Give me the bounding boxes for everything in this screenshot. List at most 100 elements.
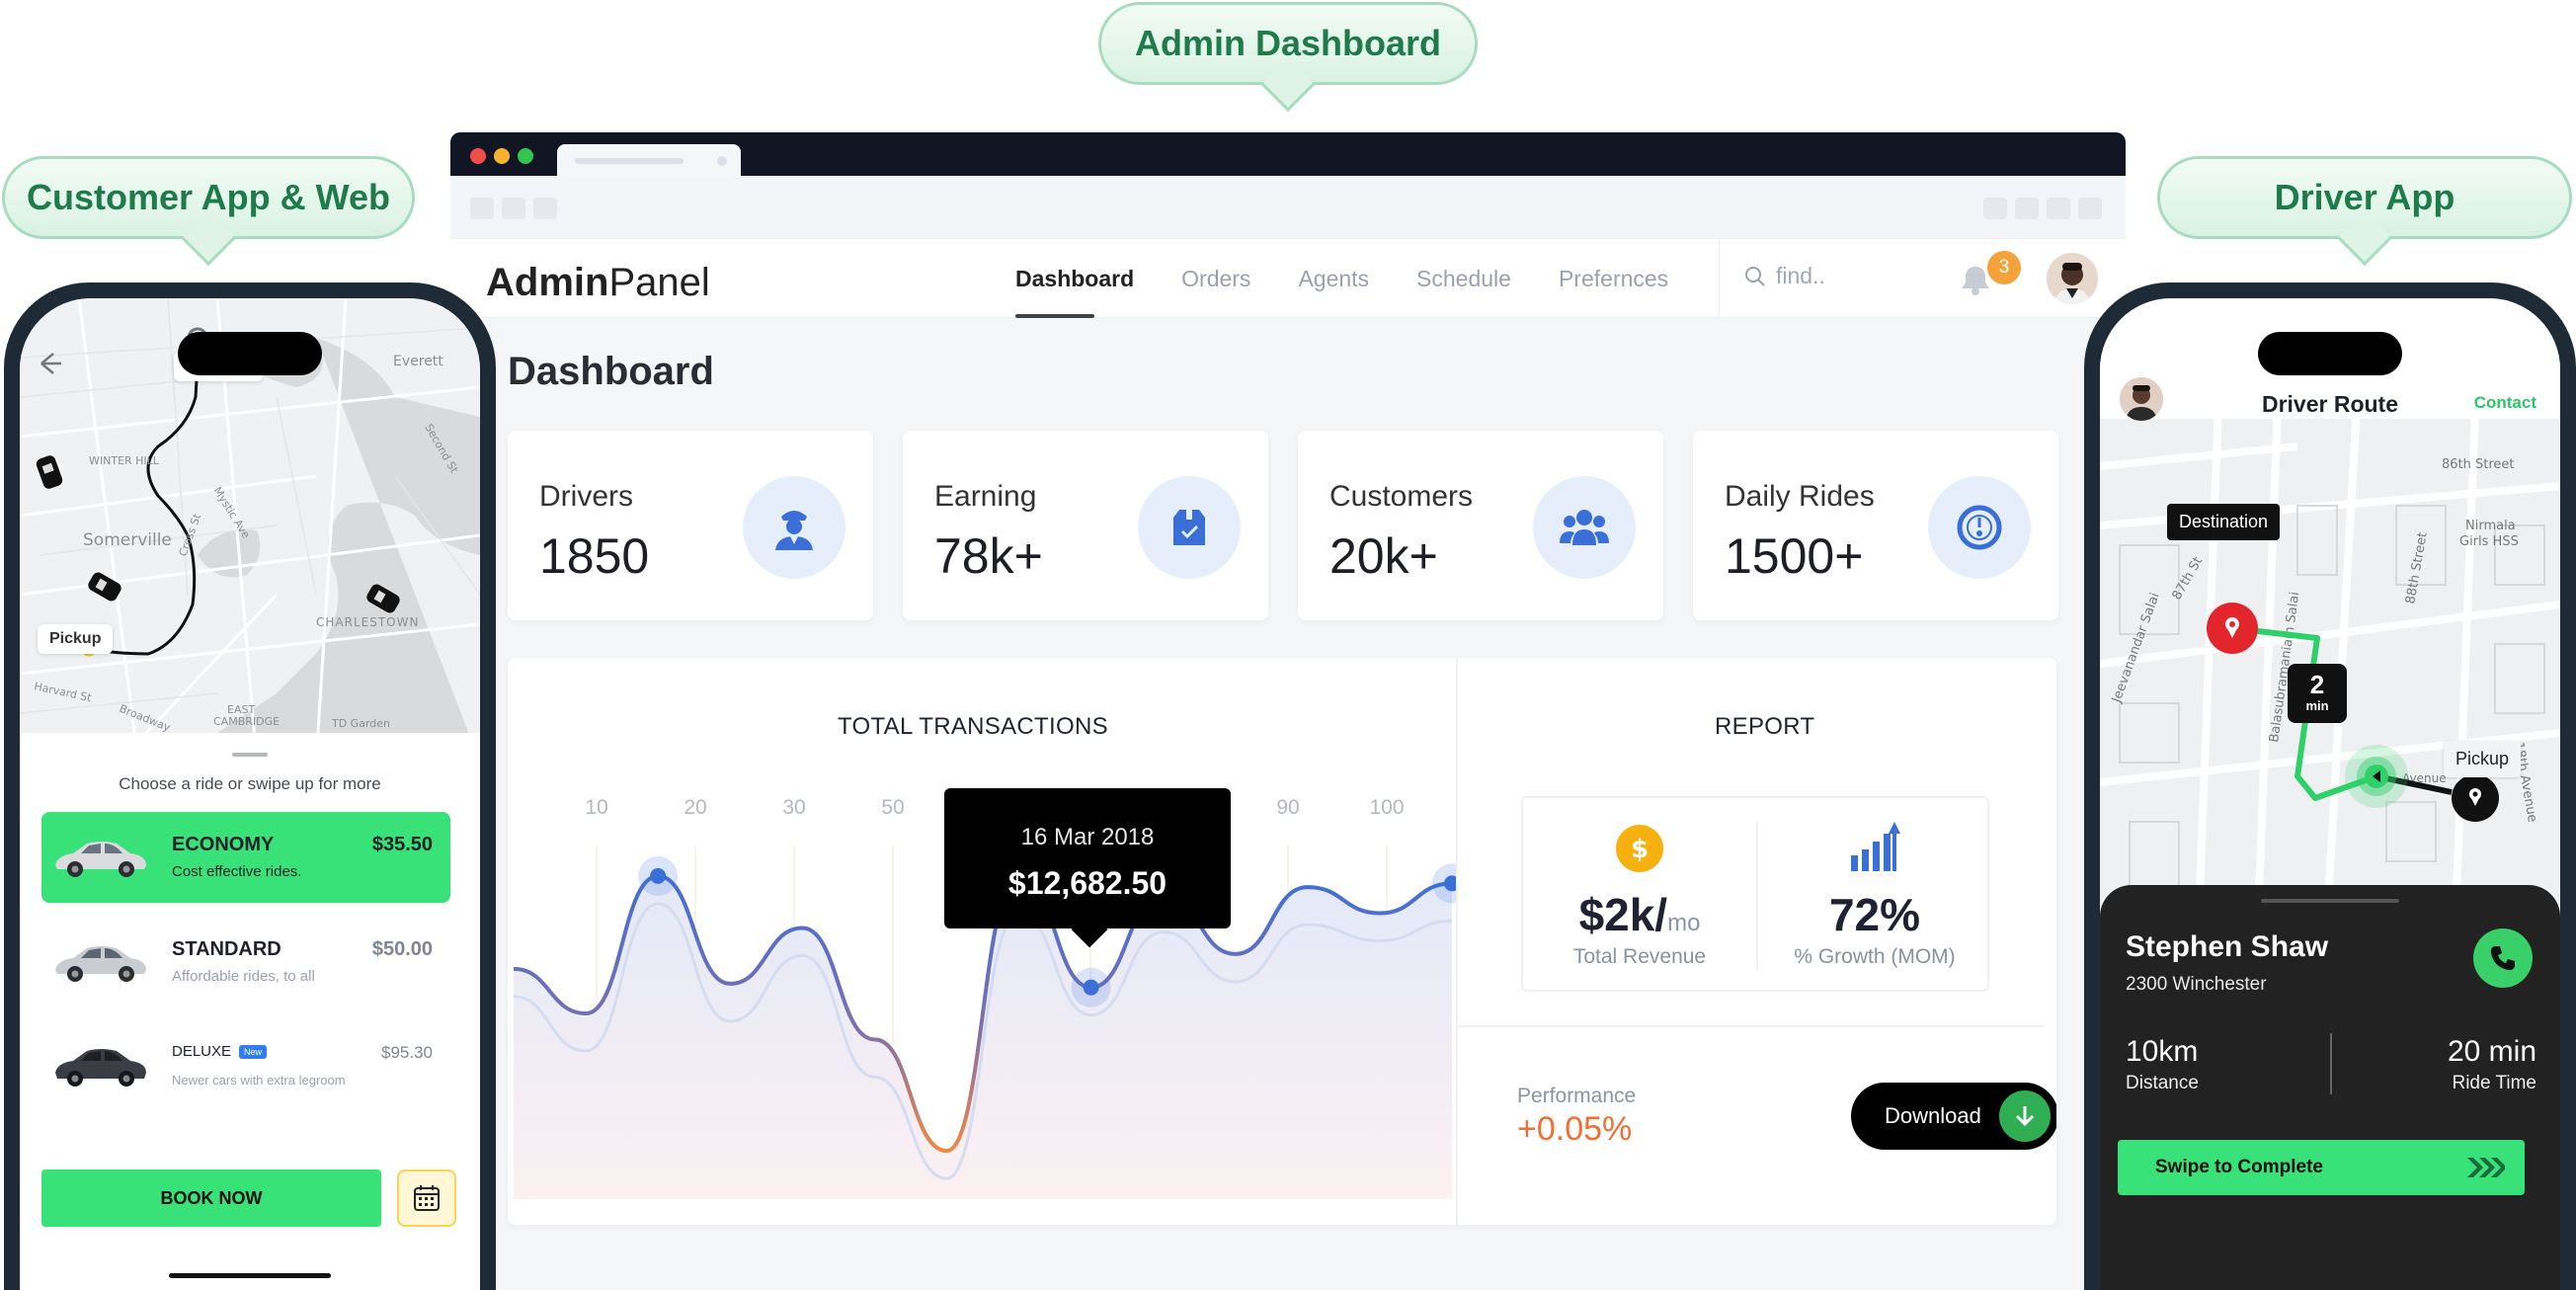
- growth-bars-icon: [1851, 822, 1900, 871]
- revenue-amount: $2k/: [1578, 889, 1668, 940]
- pickup-label: Pickup: [38, 624, 114, 654]
- stat-value: 1500+: [1725, 528, 1864, 584]
- browser-titlebar: [450, 132, 2126, 176]
- stat-value: 78k+: [934, 528, 1043, 584]
- svg-text:TD Garden: TD Garden: [331, 717, 390, 730]
- distance-value: 10km: [2126, 1035, 2199, 1068]
- car-icon: [55, 1049, 146, 1087]
- distance-label: Distance: [2126, 1073, 2199, 1093]
- svg-text:CHARLESTOWN: CHARLESTOWN: [316, 615, 419, 629]
- transactions-report-panel: TOTAL TRANSACTIONS 10 20 30 50 90 100 16…: [508, 658, 2056, 1225]
- driver-icon: [743, 476, 845, 579]
- svg-text:Nirmala: Nirmala: [2465, 519, 2516, 533]
- data-point[interactable]: [1083, 979, 1099, 996]
- home-indicator[interactable]: [169, 1273, 331, 1278]
- bell-icon[interactable]: [1956, 263, 1991, 296]
- close-window-dot[interactable]: [470, 148, 486, 164]
- report-title: REPORT: [1715, 713, 1815, 740]
- ride-description: Affordable rides, to all: [172, 968, 315, 985]
- nav-agents[interactable]: Agents: [1298, 239, 1369, 318]
- admin-browser-window: AdminPanel Dashboard Orders Agents Sched…: [450, 132, 2126, 1290]
- ride-description: Newer cars with extra legroom: [172, 1073, 346, 1088]
- callout-customer-app: Customer App & Web: [2, 156, 415, 239]
- toolbar-extension-button[interactable]: [2047, 198, 2070, 219]
- contact-link[interactable]: Contact: [2474, 393, 2536, 413]
- svg-text:CAMBRIDGE: CAMBRIDGE: [213, 715, 280, 728]
- back-button[interactable]: [470, 198, 494, 219]
- sheet-handle[interactable]: [2261, 899, 2399, 903]
- calendar-icon: [414, 1185, 440, 1211]
- ride-price: $50.00: [371, 938, 433, 960]
- user-avatar[interactable]: [2047, 253, 2098, 304]
- ride-price: $35.50: [371, 834, 433, 855]
- data-point[interactable]: [650, 867, 667, 884]
- toolbar-extension-button[interactable]: [1983, 198, 2007, 219]
- logo-light-text: Panel: [608, 261, 710, 304]
- forward-button[interactable]: [502, 198, 525, 219]
- admin-logo[interactable]: AdminPanel: [486, 261, 710, 305]
- search-placeholder: find..: [1776, 263, 1825, 288]
- stat-label: Customers: [1329, 480, 1474, 513]
- page-title: Dashboard: [508, 350, 714, 393]
- admin-header: AdminPanel Dashboard Orders Agents Sched…: [450, 239, 2126, 318]
- ride-option-economy[interactable]: ECONOMY Cost effective rides. $35.50: [41, 812, 450, 903]
- ride-price: $95.30: [381, 1043, 433, 1062]
- swipe-label: Swipe to Complete: [2155, 1157, 2323, 1177]
- panel-divider: [1456, 658, 1458, 1225]
- download-arrow-icon: [1999, 1090, 2051, 1142]
- nav-schedule[interactable]: Schedule: [1416, 239, 1511, 318]
- stat-label: Drivers: [539, 480, 633, 513]
- toolbar-extension-button[interactable]: [2015, 198, 2039, 219]
- eta-number: 2: [2309, 670, 2325, 699]
- phone-icon: [2490, 946, 2515, 971]
- stat-value: 1850: [539, 528, 650, 584]
- report-summary-box: $ $2k/mo Total Revenue 72% % Growth (MOM…: [1521, 796, 1989, 992]
- browser-toolbar: [450, 176, 2126, 239]
- eta-tag: 2 min: [2288, 664, 2347, 723]
- tooltip-value: $12,682.50: [1007, 865, 1167, 901]
- dollar-coin-icon: $: [1616, 825, 1663, 872]
- ride-option-deluxe[interactable]: DELUXE New Newer cars with extra legroom …: [41, 1021, 450, 1112]
- maximize-window-dot[interactable]: [518, 148, 533, 164]
- chart-tooltip: 16 Mar 2018 $12,682.50: [944, 788, 1231, 928]
- growth-value: 72%: [1828, 889, 1921, 940]
- search-input[interactable]: find..: [1744, 263, 1825, 289]
- toolbar-menu-button[interactable]: [2078, 198, 2102, 219]
- sheet-handle[interactable]: [232, 753, 268, 757]
- notification-badge: 3: [1987, 251, 2021, 284]
- reload-button[interactable]: [533, 198, 557, 219]
- svg-text:WINTER HILL: WINTER HILL: [89, 454, 160, 467]
- call-button[interactable]: [2473, 928, 2533, 988]
- callout-label: Customer App & Web: [26, 177, 390, 217]
- stat-card-customers[interactable]: Customers 20k+: [1298, 431, 1663, 620]
- stat-card-earning[interactable]: Earning 78k+: [903, 431, 1268, 620]
- nav-orders[interactable]: Orders: [1181, 239, 1250, 318]
- stat-card-daily-rides[interactable]: Daily Rides 1500+: [1693, 431, 2058, 620]
- box-icon: [1138, 476, 1241, 579]
- download-label: Download: [1885, 1103, 1981, 1128]
- performance-value: +0.05%: [1517, 1110, 1633, 1148]
- swipe-to-complete-button[interactable]: Swipe to Complete: [2118, 1140, 2525, 1195]
- new-badge: New: [239, 1045, 268, 1060]
- chevrons-right-icon: [2467, 1158, 2505, 1177]
- customer-phone: Somerville WINTER HILL CHARLESTOWN Evere…: [4, 282, 496, 1290]
- ride-option-standard[interactable]: STANDARD Affordable rides, to all $50.00: [41, 917, 450, 1008]
- minimize-window-dot[interactable]: [494, 148, 510, 164]
- book-now-button[interactable]: BOOK NOW: [41, 1169, 381, 1227]
- driver-phone: Driver Route Contact 86th Street Nirmala…: [2084, 282, 2576, 1290]
- main-nav: Dashboard Orders Agents Schedule Prefern…: [996, 239, 1716, 318]
- stat-card-drivers[interactable]: Drivers 1850: [508, 431, 873, 620]
- customer-phone-screen: Somerville WINTER HILL CHARLESTOWN Evere…: [20, 298, 480, 1290]
- svg-text:$: $: [1631, 835, 1649, 864]
- driver-trip-sheet: Stephen Shaw 2300 Winchester 10km Distan…: [2100, 885, 2560, 1290]
- logo-bold-text: Admin: [486, 261, 609, 304]
- passenger-address: 2300 Winchester: [2126, 974, 2267, 995]
- nav-preferences[interactable]: Prefernces: [1559, 239, 1668, 318]
- browser-tab[interactable]: [557, 144, 741, 176]
- nav-dashboard[interactable]: Dashboard: [996, 239, 1134, 318]
- transactions-line-chart[interactable]: [508, 658, 1456, 1225]
- download-button[interactable]: Download: [1851, 1083, 2056, 1150]
- ride-name: ECONOMY: [172, 834, 275, 855]
- schedule-button[interactable]: [397, 1169, 456, 1227]
- svg-text:Everett: Everett: [393, 354, 443, 369]
